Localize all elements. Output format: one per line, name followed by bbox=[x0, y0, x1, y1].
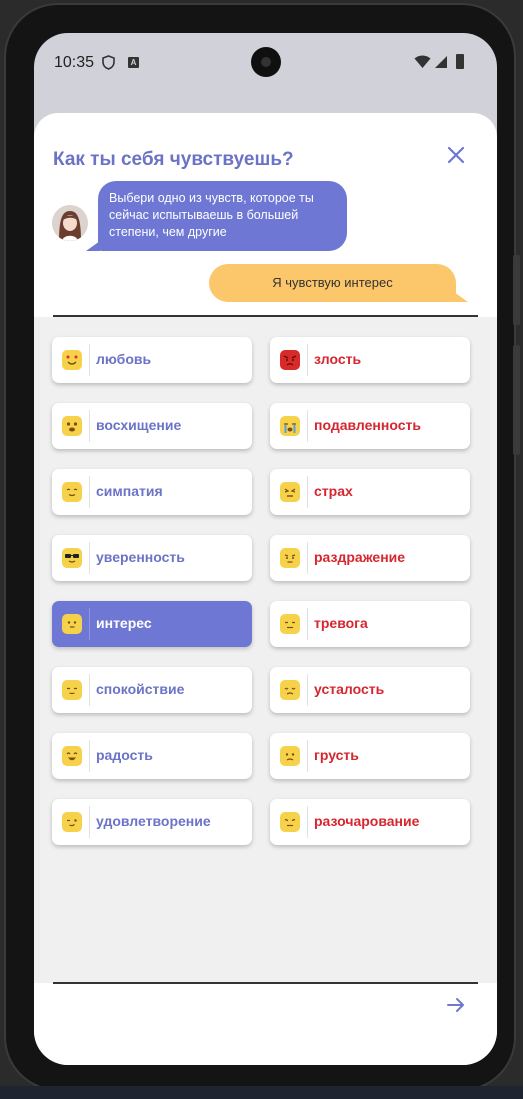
card-divider bbox=[89, 608, 90, 640]
emotion-label: страх bbox=[314, 483, 353, 499]
power-button bbox=[513, 255, 520, 325]
card-divider bbox=[307, 674, 308, 706]
disappointed-emoji-icon bbox=[280, 812, 300, 832]
emotion-card-depression[interactable]: подавленность bbox=[270, 403, 470, 449]
arrow-right-icon[interactable] bbox=[444, 993, 468, 1017]
annoyed-emoji-icon bbox=[280, 548, 300, 568]
emotion-label: уверенность bbox=[96, 549, 185, 565]
emotion-card-admiration[interactable]: восхищение bbox=[52, 403, 252, 449]
scared-emoji-icon bbox=[280, 482, 300, 502]
card-divider bbox=[89, 410, 90, 442]
card-divider bbox=[89, 806, 90, 838]
emotion-card-love[interactable]: любовь bbox=[52, 337, 252, 383]
card-divider bbox=[307, 410, 308, 442]
card-divider bbox=[307, 806, 308, 838]
smiling-emoji-icon bbox=[62, 482, 82, 502]
anxious-emoji-icon bbox=[280, 614, 300, 634]
crying-emoji-icon bbox=[280, 416, 300, 436]
emotion-card-sadness[interactable]: грусть bbox=[270, 733, 470, 779]
emotion-dialog: Как ты себя чувствуешь? Выбери одно из ч… bbox=[34, 113, 497, 1065]
signal-icon bbox=[435, 56, 447, 68]
emotion-label: удовлетворение bbox=[96, 813, 211, 829]
emotion-label: симпатия bbox=[96, 483, 163, 499]
emotion-card-calm[interactable]: спокойствие bbox=[52, 667, 252, 713]
card-divider bbox=[89, 344, 90, 376]
emotion-label: тревога bbox=[314, 615, 368, 631]
emotion-label: разочарование bbox=[314, 813, 420, 829]
emotion-card-interest[interactable]: интерес bbox=[52, 601, 252, 647]
emotion-label: спокойствие bbox=[96, 681, 185, 697]
emotion-label: радость bbox=[96, 747, 153, 763]
calm-emoji-icon bbox=[62, 680, 82, 700]
avatar bbox=[52, 205, 88, 241]
emotion-label: восхищение bbox=[96, 417, 182, 433]
emotion-card-irritation[interactable]: раздражение bbox=[270, 535, 470, 581]
ide-console-strip bbox=[0, 1086, 523, 1099]
bot-message: Выбери одно из чувств, которое ты сейчас… bbox=[86, 181, 347, 251]
card-divider bbox=[89, 674, 90, 706]
phone-frame: 10:35 A Как ты себя чувствуешь? Выбери о… bbox=[4, 3, 520, 1091]
card-divider bbox=[307, 476, 308, 508]
winking-emoji-icon bbox=[62, 812, 82, 832]
volume-button bbox=[513, 345, 520, 455]
emotion-card-confidence[interactable]: уверенность bbox=[52, 535, 252, 581]
emotion-label: усталость bbox=[314, 681, 385, 697]
star-struck-emoji-icon bbox=[62, 416, 82, 436]
heart-eyes-emoji-icon bbox=[62, 350, 82, 370]
emotion-grid: любовь восхищение симпатия уверенность и… bbox=[34, 317, 497, 983]
emotion-label: грусть bbox=[314, 747, 359, 763]
status-time: 10:35 bbox=[54, 54, 95, 71]
card-divider bbox=[307, 740, 308, 772]
card-divider bbox=[307, 608, 308, 640]
card-divider bbox=[89, 542, 90, 574]
sunglasses-emoji-icon bbox=[62, 548, 82, 568]
wifi-icon bbox=[414, 55, 431, 68]
emotion-card-anger[interactable]: злость bbox=[270, 337, 470, 383]
sad-emoji-icon bbox=[280, 746, 300, 766]
tired-emoji-icon bbox=[280, 680, 300, 700]
emotion-card-fear[interactable]: страх bbox=[270, 469, 470, 515]
user-message: Я чувствую интерес bbox=[209, 264, 468, 302]
card-divider bbox=[307, 542, 308, 574]
emotion-label: интерес bbox=[96, 615, 152, 631]
grinning-emoji-icon bbox=[62, 746, 82, 766]
curious-emoji-icon bbox=[62, 614, 82, 634]
bottom-divider bbox=[53, 982, 478, 984]
shield-icon bbox=[102, 55, 115, 70]
card-divider bbox=[89, 476, 90, 508]
emotion-label: раздражение bbox=[314, 549, 406, 565]
keyboard-a-icon: A bbox=[128, 57, 139, 68]
avatar-girl-icon bbox=[52, 205, 88, 241]
angry-emoji-icon bbox=[280, 350, 300, 370]
emotion-card-anxiety[interactable]: тревога bbox=[270, 601, 470, 647]
camera-cutout bbox=[251, 47, 281, 77]
close-icon[interactable] bbox=[444, 143, 468, 167]
emotion-card-disappointment[interactable]: разочарование bbox=[270, 799, 470, 845]
dialog-title: Как ты себя чувствуешь? bbox=[53, 149, 294, 170]
status-bar: 10:35 A bbox=[34, 33, 497, 93]
emotion-card-satisfaction[interactable]: удовлетворение bbox=[52, 799, 252, 845]
screen: 10:35 A Как ты себя чувствуешь? Выбери о… bbox=[34, 33, 497, 1065]
emotion-label: любовь bbox=[96, 351, 152, 367]
battery-icon bbox=[456, 54, 464, 69]
emotion-label: злость bbox=[314, 351, 362, 367]
emotion-card-fatigue[interactable]: усталость bbox=[270, 667, 470, 713]
emotion-card-joy[interactable]: радость bbox=[52, 733, 252, 779]
card-divider bbox=[89, 740, 90, 772]
emotion-label: подавленность bbox=[314, 417, 421, 433]
emotion-card-sympathy[interactable]: симпатия bbox=[52, 469, 252, 515]
card-divider bbox=[307, 344, 308, 376]
